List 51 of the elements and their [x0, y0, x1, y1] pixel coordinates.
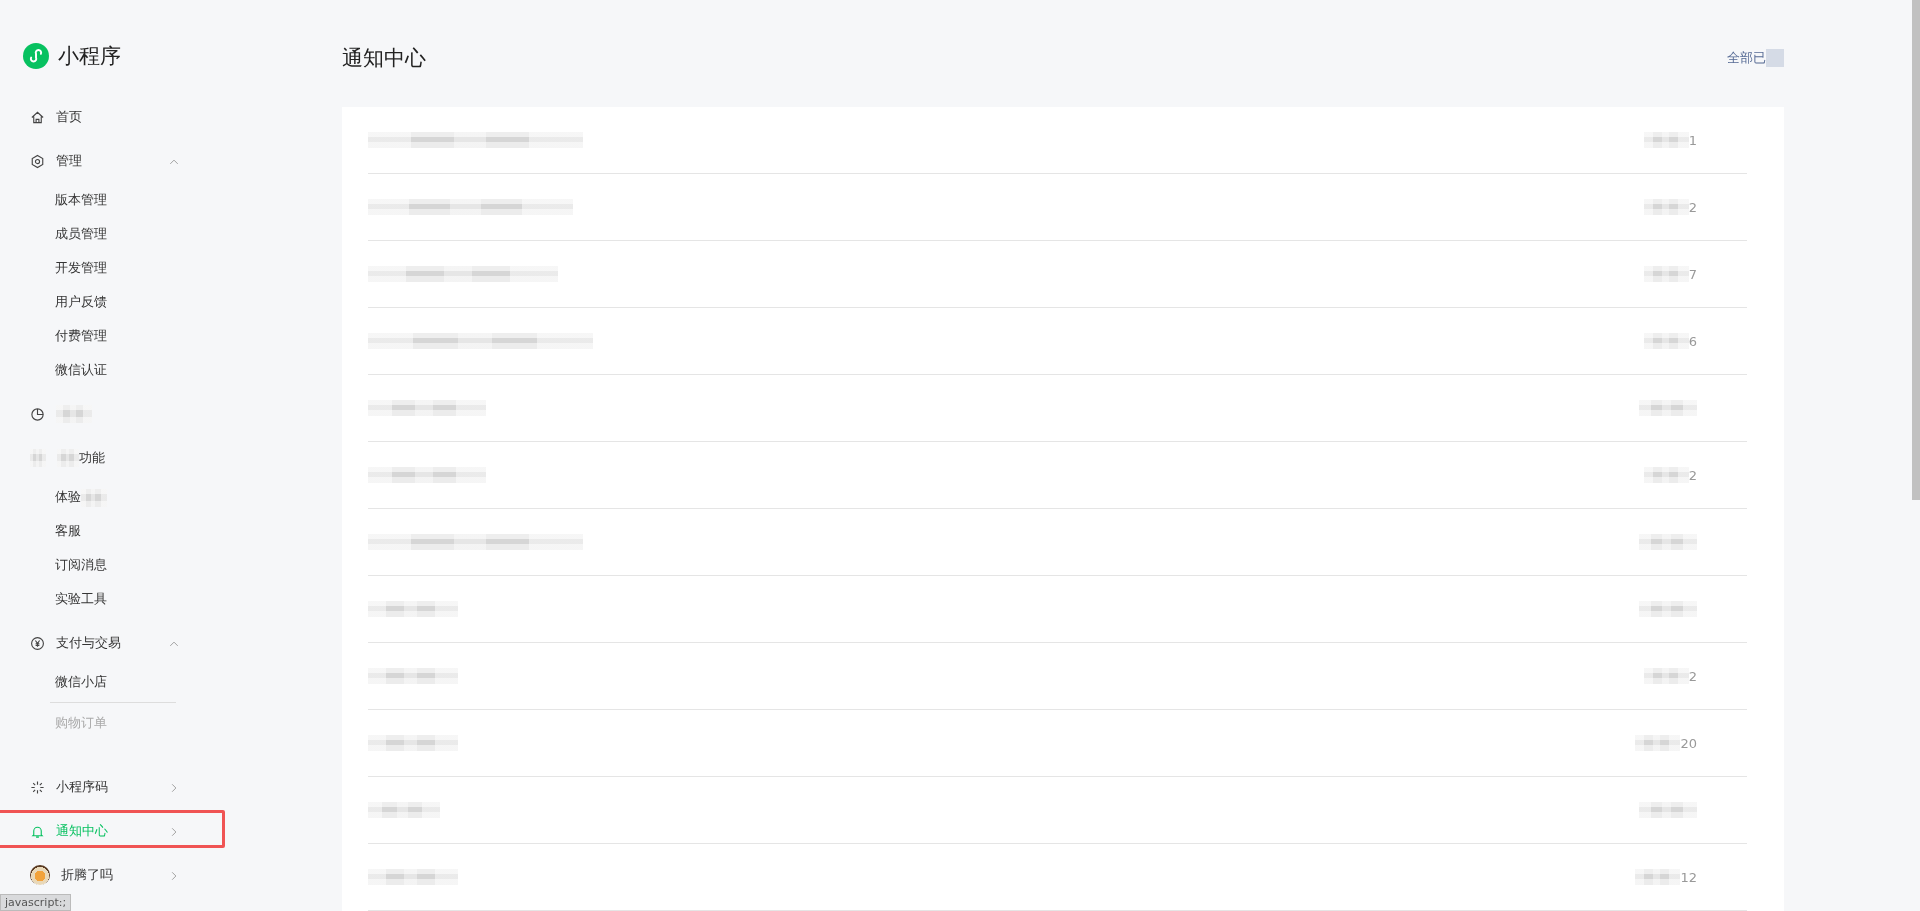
- app-logo-icon: [23, 43, 49, 69]
- nav-item[interactable]: 管理: [0, 144, 220, 178]
- nav-subitem[interactable]: 微信认证: [0, 353, 220, 387]
- pie-chart-icon: [30, 406, 45, 422]
- notice-date: 2: [1688, 668, 1697, 684]
- page-title: 通知中心: [342, 45, 426, 72]
- redaction-mask: [1639, 534, 1697, 550]
- redaction-mask: [1643, 199, 1689, 215]
- nav-item[interactable]: 首页: [0, 100, 220, 134]
- redaction-mask: [368, 802, 440, 818]
- nav-subitem[interactable]: 用户反馈: [0, 285, 220, 319]
- yen-coin-icon: [30, 635, 45, 651]
- notice-date: 12: [1680, 869, 1697, 885]
- redaction-mask: [1643, 467, 1689, 483]
- redaction-mask: [1639, 802, 1697, 818]
- redaction-mask: [1635, 735, 1681, 751]
- nav-subitem[interactable]: 开发管理: [0, 251, 220, 285]
- redaction-mask: [30, 449, 46, 467]
- redaction-mask: [1643, 668, 1689, 684]
- redaction-mask: [1635, 869, 1681, 885]
- notice-date: 2: [1688, 467, 1697, 483]
- settings-icon: [30, 153, 45, 169]
- notice-date: 6: [1688, 333, 1697, 349]
- notice-date: 2: [1688, 199, 1697, 215]
- nav-item[interactable]: 支付与交易: [0, 626, 220, 660]
- redaction-mask: [1643, 132, 1689, 148]
- redaction-mask: [1643, 333, 1689, 349]
- nav-item[interactable]: 功能: [0, 441, 220, 475]
- nav-subitem[interactable]: 实验工具: [0, 582, 220, 616]
- app-name: 小程序: [58, 43, 121, 70]
- mark-all-read-link[interactable]: 全部已: [1727, 49, 1784, 67]
- notice-date: 20: [1680, 735, 1697, 751]
- status-tooltip: javascript:;: [0, 894, 72, 911]
- notice-date: 1: [1688, 132, 1697, 148]
- sparkle-icon: [30, 779, 45, 795]
- avatar-icon: [30, 865, 50, 885]
- nav-subitem[interactable]: 成员管理: [0, 217, 220, 251]
- redaction-mask: [1639, 400, 1697, 416]
- nav-item[interactable]: 折腾了吗: [0, 858, 220, 892]
- nav-item[interactable]: 小程序码: [0, 770, 220, 804]
- nav-subitem[interactable]: 客服: [0, 514, 220, 548]
- notice-date: 7: [1688, 266, 1697, 282]
- nav-subitem[interactable]: 订阅消息: [0, 548, 220, 582]
- nav-subitem[interactable]: 微信小店: [0, 665, 220, 699]
- home-icon: [30, 109, 45, 125]
- redaction-mask: [1643, 266, 1689, 282]
- nav-subitem[interactable]: 版本管理: [0, 183, 220, 217]
- redaction-mask: [1639, 601, 1697, 617]
- nav-subitem[interactable]: 体验: [0, 480, 220, 514]
- nav-subitem[interactable]: 付费管理: [0, 319, 220, 353]
- scrollbar-thumb[interactable]: [1912, 0, 1920, 500]
